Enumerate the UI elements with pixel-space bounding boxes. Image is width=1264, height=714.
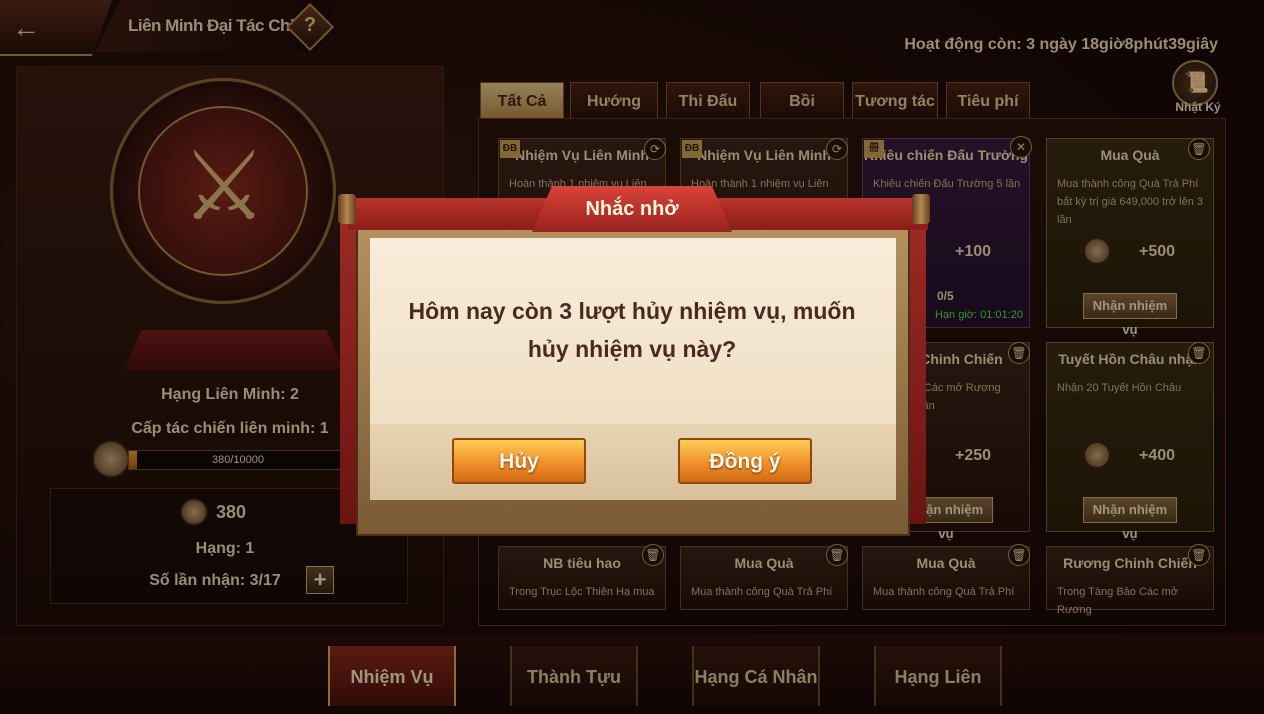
scroll-end-right	[912, 194, 930, 224]
modal-message: Hôm nay còn 3 lượt hủy nhiệm vụ, muốn hủ…	[408, 298, 856, 362]
modal-footer	[370, 424, 896, 500]
modal-title: Nhắc nhở	[585, 198, 679, 220]
cancel-button[interactable]: Hủy	[452, 438, 586, 484]
confirm-button[interactable]: Đồng ý	[678, 438, 812, 484]
scroll-end-left	[338, 194, 356, 224]
